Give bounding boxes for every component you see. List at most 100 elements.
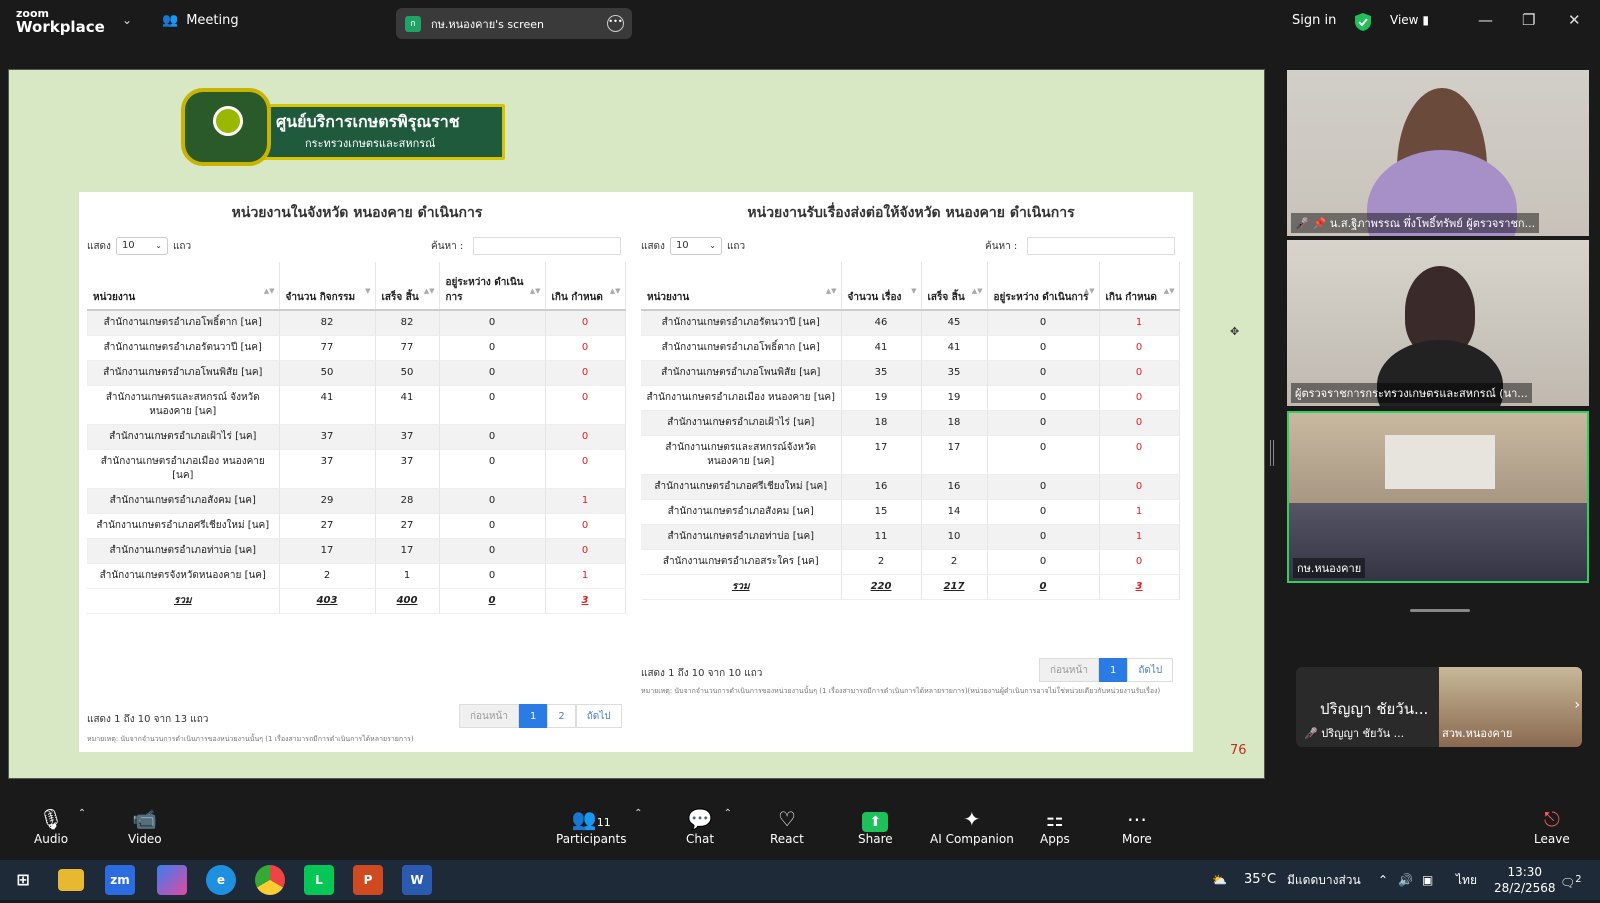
more-button[interactable]: ⋯ More — [1122, 806, 1152, 846]
chevron-right-icon[interactable]: › — [1574, 697, 1580, 713]
table-row: สำนักงานเกษตรอำเภอรัตนวาปี [นค] 77 77 0 0 — [87, 335, 626, 361]
line-app-icon[interactable]: L — [304, 865, 334, 895]
col-header[interactable]: จำนวน เรื่อง ▼ — [841, 262, 922, 311]
value-cell: 0 — [545, 360, 626, 386]
copilot-icon[interactable] — [157, 865, 187, 895]
video-tile-active-speaker[interactable]: กษ.หนองคาย — [1287, 411, 1589, 583]
pin-icon: 📌 — [1312, 217, 1330, 230]
value-cell: 27 — [375, 513, 440, 539]
right-pagination: ก่อนหน้า 1 ถัดไป — [1039, 658, 1174, 682]
col-header[interactable]: หน่วยงาน ▲▼ — [87, 262, 280, 311]
col-header[interactable]: เสร็จ สิ้น ▲▼ — [921, 262, 988, 311]
apps-button[interactable]: ⚏ Apps — [1040, 806, 1070, 846]
chevron-up-icon[interactable]: ⌃ — [78, 808, 86, 819]
value-cell: 0 — [987, 385, 1100, 411]
logo-badge — [181, 88, 271, 166]
table-row: สำนักงานเกษตรและสหกรณ์จังหวัด หนองคาย [น… — [641, 435, 1180, 475]
sort-desc-icon: ▼ — [911, 287, 917, 295]
restore-icon[interactable]: ❐ — [1522, 11, 1535, 29]
meeting-button[interactable]: 👥 Meeting — [162, 13, 239, 28]
leave-label: Leave — [1534, 832, 1570, 846]
page-1-button[interactable]: 1 — [518, 704, 548, 728]
clock[interactable]: 13:30 28/2/2568 — [1494, 864, 1556, 896]
value-cell: 35 — [841, 360, 922, 386]
clock-time: 13:30 — [1507, 865, 1543, 879]
total-cell: 3 — [1099, 574, 1180, 600]
col-header[interactable]: เกิน กำหนด ▲▼ — [545, 262, 626, 311]
ai-companion-button[interactable]: ✦ AI Companion — [930, 806, 1014, 846]
page-2-button[interactable]: 2 — [547, 704, 576, 728]
minimize-icon[interactable]: — — [1478, 11, 1493, 29]
chrome-browser-icon[interactable] — [255, 865, 285, 895]
gallery-scroll-indicator[interactable] — [1410, 609, 1470, 612]
video-tile[interactable]: 🎤̸ 📌 น.ส.ฐิภาพรรณ พึ่งโพธิ์ทรัพย์ ผู้ตรวจ… — [1287, 70, 1589, 236]
network-icon[interactable]: ▣ — [1422, 860, 1433, 900]
edge-browser-icon[interactable]: e — [206, 865, 236, 895]
value-cell: 0 — [439, 424, 546, 450]
zoom-app-icon[interactable]: zm — [105, 865, 135, 895]
prev-page-button[interactable]: ก่อนหน้า — [459, 704, 519, 728]
participants-button[interactable]: 👥11 Participants ⌃ — [556, 806, 643, 846]
file-explorer-icon[interactable] — [58, 869, 84, 891]
shared-screen-indicator[interactable]: ก กษ.หนองคาย's screen ••• — [396, 8, 632, 39]
right-search-input[interactable] — [1027, 237, 1175, 255]
more-label: More — [1122, 832, 1152, 846]
left-page-size-select[interactable]: 10 ⌄ — [115, 237, 168, 255]
left-table: หน่วยงาน ▲▼ จำนวน กิจกรรม ▼ เสร็จ สิ้น ▲▼ อ… — [87, 262, 626, 614]
share-button[interactable]: ⬆ Share — [858, 806, 893, 846]
page-1-button[interactable]: 1 — [1098, 658, 1128, 682]
pane-resize-handle[interactable] — [1270, 440, 1274, 466]
chevron-up-icon[interactable]: ⌃ — [724, 808, 732, 819]
more-options-icon[interactable]: ••• — [607, 15, 624, 32]
video-button[interactable]: 📹 Video — [128, 806, 162, 846]
windows-start-icon[interactable]: ⊞ — [8, 865, 38, 895]
chevron-down-icon[interactable]: ⌄ — [122, 13, 132, 27]
left-table-note: หมายเหตุ: นับจากจำนวนการดำเนินการของหน่ว… — [87, 735, 414, 743]
chevron-up-icon[interactable]: ⌃ — [1378, 860, 1388, 900]
value-cell: 77 — [375, 335, 440, 361]
notification-icon[interactable]: 🗨2 — [1560, 860, 1582, 903]
react-button[interactable]: ♡ React — [770, 806, 804, 846]
video-tile[interactable]: ผู้ตรวจราชการกระทรวงเกษตรและสหกรณ์ (นา..… — [1287, 240, 1589, 406]
volume-icon[interactable]: 🔊 — [1398, 860, 1413, 900]
col-header[interactable]: อยู่ระหว่าง ดำเนินการ ▲▼ — [987, 262, 1100, 311]
agency-cell: สำนักงานเกษตรอำเภอสระใคร [นค] — [641, 549, 842, 575]
col-header[interactable]: หน่วยงาน ▲▼ — [641, 262, 842, 311]
col-header[interactable]: เสร็จ สิ้น ▲▼ — [375, 262, 440, 311]
powerpoint-icon[interactable]: P — [353, 865, 383, 895]
audio-button[interactable]: 🎙 Audio ⌃ — [34, 806, 86, 846]
next-page-button[interactable]: ถัดไป — [1127, 658, 1174, 682]
right-page-size-select[interactable]: 10 ⌄ — [669, 237, 722, 255]
view-button[interactable]: View ▮ — [1390, 13, 1429, 27]
col-header[interactable]: เกิน กำหนด ▲▼ — [1099, 262, 1180, 311]
share-label: Share — [858, 832, 893, 846]
col-header[interactable]: จำนวน กิจกรรม ▼ — [279, 262, 376, 311]
sign-in-button[interactable]: Sign in — [1292, 13, 1336, 28]
input-language[interactable]: ไทย — [1456, 860, 1477, 900]
next-page-button[interactable]: ถัดไป — [575, 704, 622, 728]
heart-icon: ♡ — [777, 807, 796, 831]
room-screen — [1385, 435, 1495, 489]
gallery-mini-tiles[interactable]: ปริญญา ชัยวัน... 🎤̸ ปริญญา ชัยวัน ... สว… — [1296, 667, 1582, 747]
table-row: สำนักงานเกษตรอำเภอโพนพิสัย [นค] 50 50 0 0 — [87, 360, 626, 386]
windows-taskbar: ⊞ zm e L P W ⛅ 35°C มีแดดบางส่วน ⌃ 🔊 ▣ ไ… — [0, 860, 1600, 900]
shield-check-icon[interactable] — [1354, 12, 1372, 32]
participant-name: ผู้ตรวจราชการกระทรวงเกษตรและสหกรณ์ (นา..… — [1291, 383, 1532, 403]
notification-count: 2 — [1575, 874, 1582, 885]
chat-button[interactable]: 💬 Chat ⌃ — [686, 806, 732, 846]
meeting-label: Meeting — [186, 13, 239, 28]
word-icon[interactable]: W — [402, 865, 432, 895]
leave-button[interactable]: ⎋ Leave — [1534, 806, 1570, 846]
close-icon[interactable]: ✕ — [1568, 11, 1581, 29]
agency-cell: สำนักงานเกษตรอำเภอเมือง หนองคาย [นค] — [87, 449, 280, 489]
video-label: Video — [128, 832, 162, 846]
chevron-up-icon[interactable]: ⌃ — [634, 808, 642, 819]
value-cell: 0 — [439, 335, 546, 361]
prev-page-button[interactable]: ก่อนหน้า — [1039, 658, 1099, 682]
col-header[interactable]: อยู่ระหว่าง ดำเนินการ ▲▼ — [439, 262, 546, 311]
participants-count: 11 — [596, 816, 611, 829]
video-off-icon: 📹 — [132, 807, 158, 831]
weather-icon[interactable]: ⛅ — [1212, 860, 1227, 900]
left-search-input[interactable] — [473, 237, 621, 255]
more-icon: ⋯ — [1126, 807, 1147, 831]
